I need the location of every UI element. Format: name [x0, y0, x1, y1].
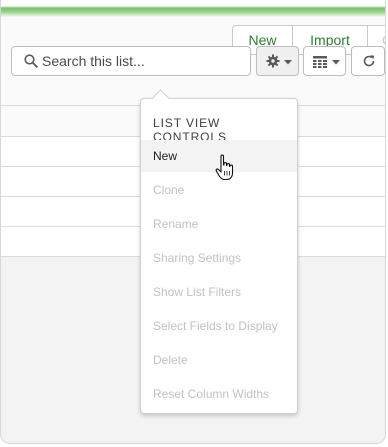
table-icon [313, 56, 327, 68]
list-view-controls-button[interactable] [256, 46, 299, 76]
hand-pointer-icon [215, 154, 234, 181]
menu-item-sharing-settings[interactable]: Sharing Settings [141, 242, 297, 274]
list-view-header: New Import C [1, 18, 385, 106]
top-accent-strip [1, 0, 385, 18]
search-icon [24, 54, 38, 68]
list-view-controls-menu: LIST VIEW CONTROLS New Clone Rename Shar… [140, 89, 298, 414]
menu-item-reset-column-widths[interactable]: Reset Column Widths [141, 378, 297, 410]
chevron-down-icon [332, 60, 340, 65]
search-box[interactable] [11, 46, 251, 76]
display-as-button[interactable] [303, 46, 346, 76]
refresh-icon [363, 55, 375, 67]
menu-item-rename[interactable]: Rename [141, 208, 297, 240]
menu-item-delete[interactable]: Delete [141, 344, 297, 376]
refresh-button[interactable] [351, 46, 385, 76]
menu-item-show-list-filters[interactable]: Show List Filters [141, 276, 297, 308]
search-input[interactable] [42, 51, 242, 71]
gear-icon [266, 54, 280, 68]
menu-item-select-fields-to-display[interactable]: Select Fields to Display [141, 310, 297, 342]
chevron-down-icon [284, 60, 292, 65]
